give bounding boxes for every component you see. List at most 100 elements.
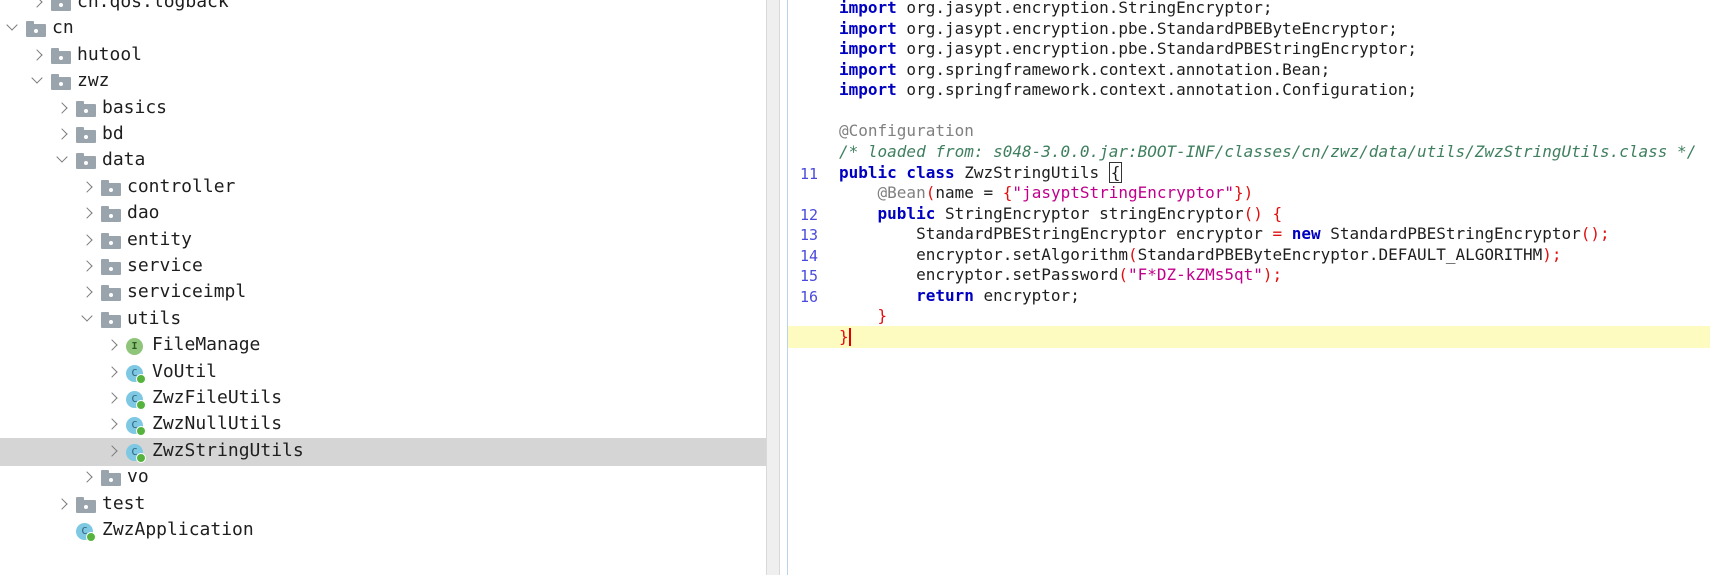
code-brace: } xyxy=(877,306,888,325)
code-line[interactable]: @Configuration xyxy=(788,120,1710,142)
chevron-down-icon[interactable] xyxy=(83,315,91,323)
tree-item-bd[interactable]: bd xyxy=(0,121,766,149)
chevron-right-icon[interactable] xyxy=(60,130,68,138)
tree-item-label: serviceimpl xyxy=(127,281,247,303)
code-line[interactable]: } xyxy=(788,305,1710,327)
project-tree: cn.qos.logback cn hutool zwz basics bd data con… xyxy=(0,0,766,575)
tree-item-cn[interactable]: cn xyxy=(0,15,766,43)
tree-item-controller[interactable]: controller xyxy=(0,174,766,202)
tree-item-zwzapplication[interactable]: C ZwzApplication xyxy=(0,517,766,545)
tree-item-dao[interactable]: dao xyxy=(0,200,766,228)
chevron-down-icon[interactable] xyxy=(58,156,66,164)
tree-item-test[interactable]: test xyxy=(0,491,766,519)
code-token: name = xyxy=(935,183,1003,202)
tree-item-data[interactable]: data xyxy=(0,147,766,175)
tree-item-label: entity xyxy=(127,228,193,250)
code-punct: { xyxy=(1002,183,1013,202)
public-access-dot-icon xyxy=(136,452,146,463)
tree-item-voutil[interactable]: C VoUtil xyxy=(0,359,766,387)
package-folder-icon xyxy=(101,285,121,302)
code-line[interactable]: 11 public class ZwzStringUtils { xyxy=(788,161,1710,184)
chevron-down-icon[interactable] xyxy=(8,24,16,32)
chevron-right-icon[interactable] xyxy=(85,209,93,217)
package-folder-icon xyxy=(101,311,121,328)
chevron-right-icon[interactable] xyxy=(85,473,93,481)
code-line[interactable]: import org.jasypt.encryption.StringEncry… xyxy=(788,0,1710,19)
public-access-dot-icon xyxy=(86,532,96,542)
chevron-right-icon[interactable] xyxy=(35,51,43,59)
chevron-right-icon[interactable] xyxy=(85,183,93,191)
tree-item-zwzstringutils[interactable]: C ZwzStringUtils xyxy=(0,437,766,466)
tree-item-zwznullutils[interactable]: C ZwzNullUtils xyxy=(0,411,766,439)
pane-divider[interactable] xyxy=(766,0,780,575)
code-line[interactable]: 16 return encryptor; xyxy=(788,285,1710,307)
code-line[interactable]: @Bean(name = {"jasyptStringEncryptor"}) xyxy=(788,182,1710,204)
chevron-down-icon[interactable] xyxy=(33,77,41,85)
public-access-dot-icon xyxy=(136,400,146,410)
chevron-right-icon[interactable] xyxy=(85,236,93,244)
tree-item-service[interactable]: service xyxy=(0,253,766,281)
tree-item-utils[interactable]: utils xyxy=(0,306,766,334)
line-number: 16 xyxy=(800,287,819,306)
code-keyword: import xyxy=(839,59,897,79)
code-line[interactable]: 15 encryptor.setPassword("F*DZ-kZMs5qt")… xyxy=(788,264,1710,286)
code-keyword: import xyxy=(839,0,897,17)
public-access-dot-icon xyxy=(136,373,146,384)
text-cursor xyxy=(848,328,851,346)
tree-item-label: cn xyxy=(52,17,74,39)
package-folder-icon xyxy=(76,100,96,117)
chevron-right-icon[interactable] xyxy=(110,341,118,349)
tree-item-label: bd xyxy=(102,123,124,144)
code-token: encryptor.setAlgorithm xyxy=(916,244,1128,264)
tree-item-hutool[interactable]: hutool xyxy=(0,42,766,70)
tree-item-basics[interactable]: basics xyxy=(0,95,766,123)
tree-item-label: vo xyxy=(127,466,149,488)
code-line[interactable]: 12 public StringEncryptor stringEncrypto… xyxy=(788,203,1710,225)
tree-item-filemanage[interactable]: I FileManage xyxy=(0,332,766,360)
code-line[interactable] xyxy=(788,100,1710,122)
chevron-right-icon[interactable] xyxy=(60,104,68,112)
code-text: public StringEncryptor stringEncryptor()… xyxy=(839,204,1283,224)
chevron-right-icon[interactable] xyxy=(110,394,118,402)
package-folder-icon xyxy=(76,127,96,143)
code-line[interactable]: import org.springframework.context.annot… xyxy=(788,79,1710,101)
tree-item-serviceimpl[interactable]: serviceimpl xyxy=(0,279,766,307)
tree-item-label: FileManage xyxy=(152,334,261,356)
code-text: import org.jasypt.encryption.pbe.Standar… xyxy=(839,39,1417,59)
code-editor[interactable]: import org.jasypt.encryption.StringEncry… xyxy=(788,0,1710,575)
tree-item-zwz[interactable]: zwz xyxy=(0,68,766,96)
chevron-right-icon[interactable] xyxy=(110,368,118,376)
chevron-right-icon[interactable] xyxy=(85,262,93,270)
chevron-right-icon[interactable] xyxy=(85,288,93,296)
line-number: 14 xyxy=(800,246,819,265)
code-line[interactable]: /* loaded from: s048-3.0.0.jar:BOOT-INF/… xyxy=(788,141,1710,163)
code-line[interactable]: } xyxy=(788,325,1710,348)
line-number: 13 xyxy=(800,226,819,244)
code-punct: ( xyxy=(1118,265,1128,284)
tree-item-label: ZwzApplication xyxy=(102,519,254,540)
code-text: public class ZwzStringUtils { xyxy=(839,161,1123,183)
chevron-right-icon[interactable] xyxy=(110,420,118,428)
tree-item-entity[interactable]: entity xyxy=(0,227,766,255)
code-string: "F*DZ-kZMs5qt" xyxy=(1128,265,1263,284)
chevron-right-icon[interactable] xyxy=(60,500,68,508)
tree-item-zwzfileutils[interactable]: C ZwzFileUtils xyxy=(0,385,766,413)
code-keyword: import xyxy=(839,80,897,99)
code-line[interactable]: import org.jasypt.encryption.pbe.Standar… xyxy=(788,18,1710,40)
code-line[interactable]: import org.springframework.context.annot… xyxy=(788,59,1710,81)
code-line[interactable]: import org.jasypt.encryption.pbe.Standar… xyxy=(788,38,1710,60)
class-icon: C xyxy=(126,417,146,437)
chevron-right-icon[interactable] xyxy=(35,0,43,6)
code-text: } xyxy=(839,327,851,347)
chevron-right-icon[interactable] xyxy=(110,447,118,455)
package-folder-icon xyxy=(51,0,71,11)
code-punct: }) xyxy=(1233,183,1254,202)
package-folder-icon xyxy=(76,496,96,513)
code-string: "jasyptStringEncryptor" xyxy=(1012,183,1234,202)
code-line[interactable]: 14 encryptor.setAlgorithm(StandardPBEByt… xyxy=(788,244,1710,266)
code-line[interactable]: 13 StandardPBEStringEncryptor encryptor … xyxy=(788,223,1710,245)
tree-item-vo[interactable]: vo xyxy=(0,464,766,492)
